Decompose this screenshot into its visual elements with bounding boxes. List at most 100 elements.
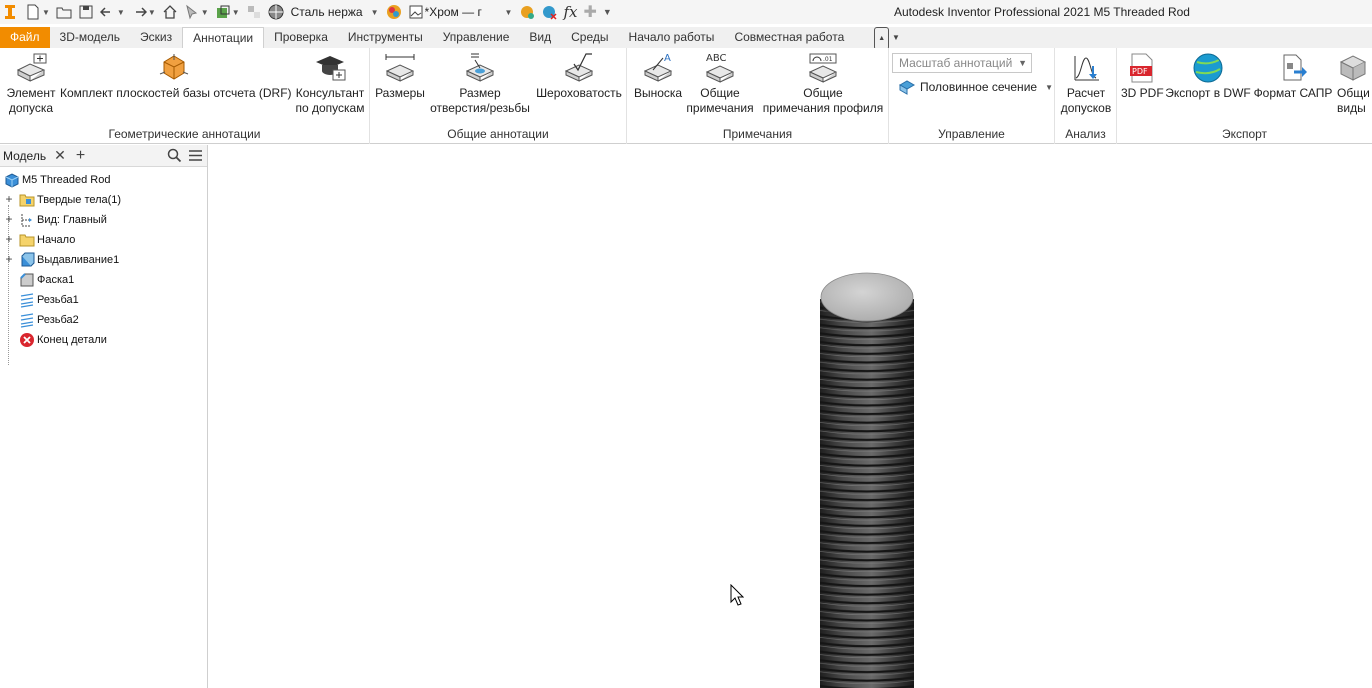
- expand-plus-icon[interactable]: +: [4, 233, 14, 245]
- tab-tools[interactable]: Инструменты: [338, 27, 433, 48]
- views-button[interactable]: Общи виды: [1337, 52, 1372, 116]
- leader-button[interactable]: A Выноска: [630, 52, 686, 101]
- leader-note-icon: A: [643, 53, 673, 82]
- tab-manage[interactable]: Управление: [433, 27, 520, 48]
- browser-tab-model[interactable]: Модель: [3, 149, 46, 163]
- annotation-scale-combo[interactable]: Масштаб аннотаций ▼: [892, 53, 1032, 73]
- half-section-button[interactable]: Половинное сечение ▼: [898, 78, 1053, 96]
- general-notes-button[interactable]: ABC Общие примечания: [685, 52, 755, 116]
- chevron-down-icon[interactable]: ▼: [117, 8, 125, 17]
- undo-button[interactable]: ▼: [97, 0, 128, 24]
- half-section-icon: [898, 80, 916, 95]
- adjust-appearance-button[interactable]: [516, 0, 538, 24]
- chevron-down-icon[interactable]: ▼: [148, 8, 156, 17]
- add-browser-tab-icon[interactable]: +: [76, 147, 85, 165]
- select-button[interactable]: ▼: [181, 0, 212, 24]
- new-file-icon: [27, 4, 39, 20]
- tab-environments[interactable]: Среды: [561, 27, 618, 48]
- material-value: Сталь нержа: [290, 5, 363, 19]
- part-icon: [5, 173, 19, 188]
- general-note-icon: ABC: [705, 53, 735, 83]
- new-button[interactable]: ▼: [22, 0, 53, 24]
- tab-3d-model[interactable]: 3D-модель: [50, 27, 131, 48]
- expand-plus-icon[interactable]: +: [4, 213, 14, 225]
- tab-sketch[interactable]: Эскиз: [130, 27, 182, 48]
- ribbon-panel: Элемент допуска Комплект плоскостей базы…: [0, 48, 1372, 144]
- tree-item-thread-1[interactable]: Резьба1: [0, 290, 207, 310]
- svg-text:ABC: ABC: [706, 53, 727, 64]
- tab-inspect[interactable]: Проверка: [264, 27, 338, 48]
- 3d-pdf-button[interactable]: PDF 3D PDF: [1121, 52, 1164, 101]
- search-icon[interactable]: [167, 148, 182, 163]
- tree-item-chamfer[interactable]: Фаска1: [0, 270, 207, 290]
- tree-item-part[interactable]: M5 Threaded Rod: [0, 170, 207, 190]
- open-button[interactable]: [53, 0, 75, 24]
- expand-plus-icon[interactable]: +: [4, 253, 14, 265]
- tolerance-feature-label-1: Элемент: [6, 86, 56, 100]
- chevron-down-icon[interactable]: ▼: [505, 8, 513, 17]
- appearance-combo[interactable]: *Хром — г ▼: [405, 2, 517, 22]
- tree-item-extrusion[interactable]: + Выдавливание1: [0, 250, 207, 270]
- tab-file[interactable]: Файл: [0, 27, 50, 48]
- tree-item-end-of-part[interactable]: Конец детали: [0, 330, 207, 350]
- browser-tree: M5 Threaded Rod + Твердые тела(1) + Вид:…: [0, 167, 207, 365]
- add-button[interactable]: ✚: [580, 0, 599, 24]
- chevron-down-icon[interactable]: ▼: [371, 8, 379, 17]
- expand-plus-icon[interactable]: +: [4, 193, 14, 205]
- inventor-logo[interactable]: [0, 0, 22, 24]
- tree-item-label: Резьба1: [37, 294, 79, 306]
- tree-item-solid-bodies[interactable]: + Твердые тела(1): [0, 190, 207, 210]
- appearance-sphere[interactable]: [383, 0, 405, 24]
- 3d-pdf-label: 3D PDF: [1121, 86, 1164, 100]
- hole-thread-label-1: Размер: [459, 86, 501, 100]
- graphics-viewport[interactable]: [209, 145, 1372, 688]
- tolerance-advisor-button[interactable]: Консультант по допускам: [292, 52, 368, 116]
- ribbon-display-toggle[interactable]: ▲ ▼: [874, 27, 900, 50]
- dwf-globe-icon: [1193, 53, 1223, 83]
- chamfer-icon: [20, 273, 34, 287]
- redo-button[interactable]: ▼: [128, 0, 159, 24]
- hole-thread-button[interactable]: Размер отверстия/резьбы: [430, 52, 530, 116]
- menu-icon[interactable]: [188, 148, 203, 163]
- tolerance-feature-button[interactable]: Элемент допуска: [4, 52, 58, 116]
- tolerance-feature-icon: [16, 53, 47, 82]
- profile-notes-button[interactable]: .01 Общие примечания профиля: [761, 52, 885, 116]
- chevron-down-icon[interactable]: ▼: [1018, 54, 1027, 72]
- tree-item-thread-2[interactable]: Резьба2: [0, 310, 207, 330]
- roughness-button[interactable]: Шероховатость: [534, 52, 624, 101]
- export-dwf-button[interactable]: Экспорт в DWF: [1165, 52, 1251, 101]
- graduation-cap-icon: [316, 56, 346, 81]
- chevron-down-icon[interactable]: ▼: [232, 8, 240, 17]
- chevron-down-icon[interactable]: ▼: [42, 8, 50, 17]
- close-icon[interactable]: ✕: [54, 147, 66, 164]
- drf-label: Комплект плоскостей базы отсчета (DRF): [60, 86, 292, 100]
- chevron-down-icon[interactable]: ▼: [1045, 83, 1053, 92]
- clear-appearance-button[interactable]: [538, 0, 560, 24]
- update-button[interactable]: ▼: [212, 0, 243, 24]
- save-button[interactable]: [75, 0, 97, 24]
- group-notes: A Выноска ABC Общие примечания .01 Общие…: [627, 48, 889, 144]
- tolerance-analysis-icon: [1074, 56, 1099, 81]
- tab-collaborate[interactable]: Совместная работа: [724, 27, 854, 48]
- material-combo[interactable]: Сталь нержа ▼: [287, 2, 383, 22]
- dimensions-button[interactable]: Размеры: [374, 52, 426, 101]
- cad-format-button[interactable]: Формат САПР: [1253, 52, 1333, 101]
- tree-item-view[interactable]: + Вид: Главный: [0, 210, 207, 230]
- drf-button[interactable]: Комплект плоскостей базы отсчета (DRF): [60, 52, 292, 101]
- appearance-value: *Хром — г: [424, 5, 482, 19]
- home-button[interactable]: [159, 0, 181, 24]
- parameters-button[interactable]: fx: [560, 0, 580, 24]
- tab-view[interactable]: Вид: [519, 27, 561, 48]
- chevron-down-icon[interactable]: ▼: [201, 8, 209, 17]
- tab-annotations[interactable]: Аннотации: [182, 27, 265, 48]
- tab-get-started[interactable]: Начало работы: [619, 27, 725, 48]
- view-rep-icon: [21, 214, 32, 227]
- customize-quick-access[interactable]: ▼: [600, 0, 615, 24]
- component-button[interactable]: [243, 0, 265, 24]
- group-export: PDF 3D PDF Экспорт в DWF Формат САПР Общ…: [1117, 48, 1372, 144]
- tolerance-calc-button[interactable]: Расчет допусков: [1057, 52, 1115, 116]
- material-browser-button[interactable]: [265, 0, 287, 24]
- material-sphere-icon: [268, 4, 284, 20]
- appearance-icon: [386, 5, 401, 19]
- tree-item-origin[interactable]: + Начало: [0, 230, 207, 250]
